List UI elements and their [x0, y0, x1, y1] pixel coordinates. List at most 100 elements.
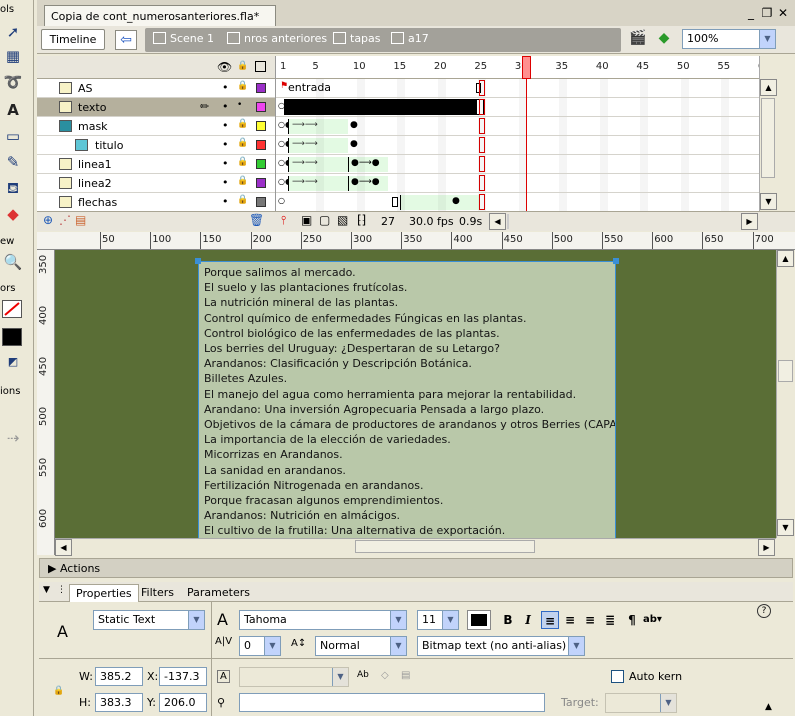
text-type-select[interactable]: Static Text ▼: [93, 610, 205, 630]
tab-parameters[interactable]: Parameters: [181, 584, 256, 602]
lock-icon[interactable]: 🔒: [237, 138, 248, 148]
timeline-button[interactable]: Timeline: [41, 29, 105, 50]
layer-color-swatch[interactable]: [256, 102, 266, 112]
layer-row[interactable]: AS • 🔒: [37, 79, 275, 98]
breadcrumb-scene[interactable]: Scene 1: [153, 32, 214, 45]
visibility-dot[interactable]: •: [222, 157, 229, 170]
visibility-dot[interactable]: •: [222, 176, 229, 189]
paint-bucket-tool-icon[interactable]: ⛾: [2, 178, 24, 198]
text-orientation-icon[interactable]: ab▾: [643, 611, 662, 629]
text-tool-icon[interactable]: A: [2, 100, 24, 120]
justify-icon[interactable]: ≣: [601, 611, 619, 629]
url-field[interactable]: [239, 693, 545, 712]
letter-spacing-field[interactable]: 0 ▼: [239, 636, 281, 656]
collapse-panel-icon[interactable]: ▲: [765, 702, 772, 712]
collapse-arrow-icon[interactable]: ▼: [43, 585, 50, 595]
layer-name[interactable]: mask: [78, 120, 108, 133]
scroll-left-icon[interactable]: ◀: [489, 213, 506, 230]
layer-row[interactable]: flechas • 🔒: [37, 193, 275, 212]
tab-properties[interactable]: Properties: [69, 584, 139, 602]
lock-icon[interactable]: 🔒: [237, 195, 248, 205]
html-icon[interactable]: ◇: [381, 670, 389, 681]
arrow-tool-icon[interactable]: ➚: [2, 22, 24, 42]
smooth-option-icon[interactable]: ⇢: [2, 428, 24, 448]
text-color-swatch[interactable]: [467, 610, 491, 630]
layer-name[interactable]: linea1: [78, 158, 112, 171]
auto-kern-checkbox[interactable]: [611, 670, 624, 683]
scroll-down-icon[interactable]: ▼: [777, 519, 794, 536]
char-position-select[interactable]: ▼: [239, 667, 349, 687]
tab-filters[interactable]: Filters: [135, 584, 180, 602]
italic-button[interactable]: I: [519, 611, 537, 629]
visibility-dot[interactable]: •: [222, 138, 229, 151]
eraser-tool-icon[interactable]: ◆: [2, 204, 24, 224]
timeline-vscroll[interactable]: ▲ ▼: [759, 56, 777, 211]
stroke-color-swatch[interactable]: [2, 300, 22, 318]
align-left-icon[interactable]: ≡: [541, 611, 559, 629]
scroll-right-icon[interactable]: ▶: [741, 213, 758, 230]
target-select[interactable]: ▼: [605, 693, 677, 713]
font-select[interactable]: Tahoma ▼: [239, 610, 407, 630]
onion-outlines-icon[interactable]: ▢: [319, 213, 330, 227]
frame-row[interactable]: ○● ⟶⟶ ●⟶●: [276, 155, 759, 174]
eye-icon[interactable]: 👁: [217, 60, 232, 74]
frame-row[interactable]: ○● ⟶⟶ ●⟶●: [276, 174, 759, 193]
zoom-tool-icon[interactable]: 🔍: [2, 252, 24, 272]
layer-row[interactable]: texto ✏ • •: [37, 98, 275, 117]
layer-color-swatch[interactable]: [256, 83, 266, 93]
help-icon[interactable]: ?: [757, 604, 771, 618]
layer-color-swatch[interactable]: [256, 197, 266, 207]
edit-multiple-frames-icon[interactable]: ▧: [337, 213, 348, 227]
layer-color-swatch[interactable]: [256, 178, 266, 188]
edit-symbols-icon[interactable]: ◆: [653, 30, 675, 50]
breadcrumb-a17[interactable]: a17: [391, 32, 429, 45]
add-layer-icon[interactable]: ⊕: [43, 213, 53, 227]
y-field[interactable]: 206.0: [159, 693, 207, 712]
layer-row[interactable]: linea2 • 🔒: [37, 174, 275, 193]
layer-name[interactable]: AS: [78, 82, 93, 95]
scroll-up-icon[interactable]: ▲: [760, 79, 777, 96]
delete-layer-icon[interactable]: 🗑: [249, 213, 264, 227]
frame-row[interactable]: ○: [276, 98, 759, 117]
align-right-icon[interactable]: ≡: [581, 611, 599, 629]
scroll-down-icon[interactable]: ▼: [760, 193, 777, 210]
breadcrumb-nros-anteriores[interactable]: nros anteriores: [227, 32, 327, 45]
document-tab[interactable]: Copia de cont_numerosanteriores.fla*: [44, 5, 276, 26]
fill-color-swatch[interactable]: [2, 328, 22, 346]
layer-color-swatch[interactable]: [256, 140, 266, 150]
baseline-select[interactable]: Normal ▼: [315, 636, 407, 656]
stage-hscroll[interactable]: ◀ ▶: [55, 538, 776, 556]
close-icon[interactable]: ✕: [775, 5, 791, 21]
layer-name[interactable]: titulo: [95, 139, 123, 152]
paragraph-button[interactable]: ¶: [623, 611, 641, 629]
brush-tool-icon[interactable]: ✎: [2, 152, 24, 172]
center-frame-icon[interactable]: ⫯: [281, 213, 286, 228]
keyframe-span[interactable]: [284, 99, 484, 115]
insert-folder-icon[interactable]: ▤: [75, 213, 86, 227]
minimize-icon[interactable]: _: [743, 5, 759, 21]
zoom-select[interactable]: 100% ▼: [682, 29, 776, 49]
onion-skin-icon[interactable]: ▣: [301, 213, 312, 227]
scroll-thumb[interactable]: [761, 98, 775, 178]
frame-row[interactable]: ○● ⟶⟶ ●: [276, 136, 759, 155]
layer-row[interactable]: mask • 🔒: [37, 117, 275, 136]
restore-icon[interactable]: ❐: [759, 5, 775, 21]
edit-scene-icon[interactable]: 🎬: [627, 30, 649, 50]
font-size-select[interactable]: 11 ▼: [417, 610, 459, 630]
lock-icon[interactable]: 🔒: [53, 686, 64, 696]
actions-panel-header[interactable]: ▶ Actions: [39, 558, 793, 578]
lock-icon[interactable]: 🔒: [237, 61, 248, 71]
lasso-tool-icon[interactable]: ➰: [2, 72, 24, 92]
visibility-dot[interactable]: •: [222, 119, 229, 132]
frame-row[interactable]: ○● ⟶⟶ ●: [276, 117, 759, 136]
visibility-dot[interactable]: •: [222, 100, 229, 113]
modify-onion-markers-icon[interactable]: ⁅⁆: [357, 213, 366, 227]
layer-name[interactable]: flechas: [78, 196, 117, 209]
border-icon[interactable]: ▤: [401, 670, 410, 681]
align-center-icon[interactable]: ≡: [561, 611, 579, 629]
playhead[interactable]: [522, 56, 531, 79]
selectable-icon[interactable]: Ab: [357, 670, 369, 680]
rendering-select[interactable]: Bitmap text (no anti-alias) ▼: [417, 636, 585, 656]
visibility-dot[interactable]: •: [222, 81, 229, 94]
stage[interactable]: Porque salimos al mercado. El suelo y las…: [55, 250, 776, 538]
